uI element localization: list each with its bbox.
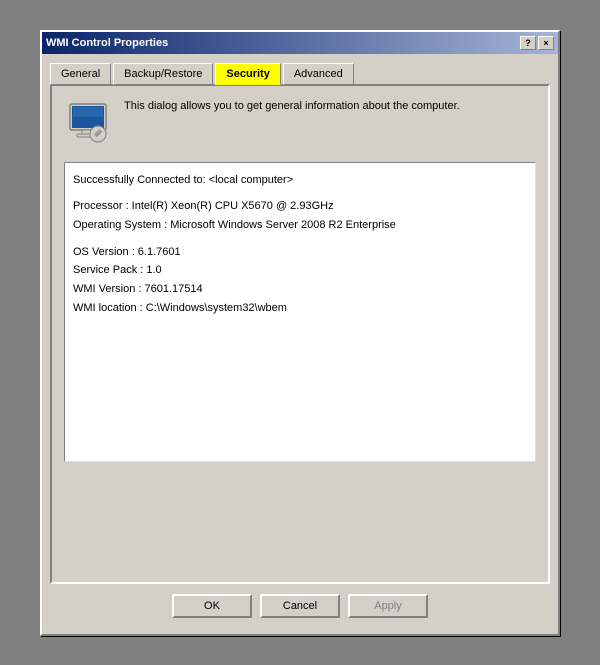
detail-os-version: OS Version : 6.1.7601 [73,243,527,262]
info-section: This dialog allows you to get general in… [64,98,536,146]
detail-service-pack: Service Pack : 1.0 [73,261,527,280]
detail-processor: Processor : Intel(R) Xeon(R) CPU X5670 @… [73,197,527,216]
tab-security[interactable]: Security [215,63,280,85]
tab-content: This dialog allows you to get general in… [50,84,550,584]
title-bar: WMI Control Properties ? × [42,32,558,54]
tab-backup[interactable]: Backup/Restore [113,63,213,85]
apply-button[interactable]: Apply [348,594,428,618]
ok-button[interactable]: OK [172,594,252,618]
tab-advanced[interactable]: Advanced [283,63,354,85]
cancel-button[interactable]: Cancel [260,594,340,618]
detail-wmi-location: WMI location : C:\Windows\system32\wbem [73,299,527,318]
tab-strip: General Backup/Restore Security Advanced [50,63,550,85]
detail-wmi-version: WMI Version : 7601.17514 [73,280,527,299]
info-description: This dialog allows you to get general in… [124,98,460,115]
details-box: Successfully Connected to: <local comput… [64,162,536,462]
tab-general[interactable]: General [50,63,111,85]
buttons-row: OK Cancel Apply [50,584,550,626]
window-body: General Backup/Restore Security Advanced [42,54,558,634]
main-window: WMI Control Properties ? × General Backu… [40,30,560,636]
computer-icon [64,98,112,146]
title-bar-buttons: ? × [520,36,554,50]
detail-os: Operating System : Microsoft Windows Ser… [73,216,527,235]
window-title: WMI Control Properties [46,37,168,49]
detail-connected: Successfully Connected to: <local comput… [73,171,527,190]
help-button[interactable]: ? [520,36,536,50]
close-button[interactable]: × [538,36,554,50]
